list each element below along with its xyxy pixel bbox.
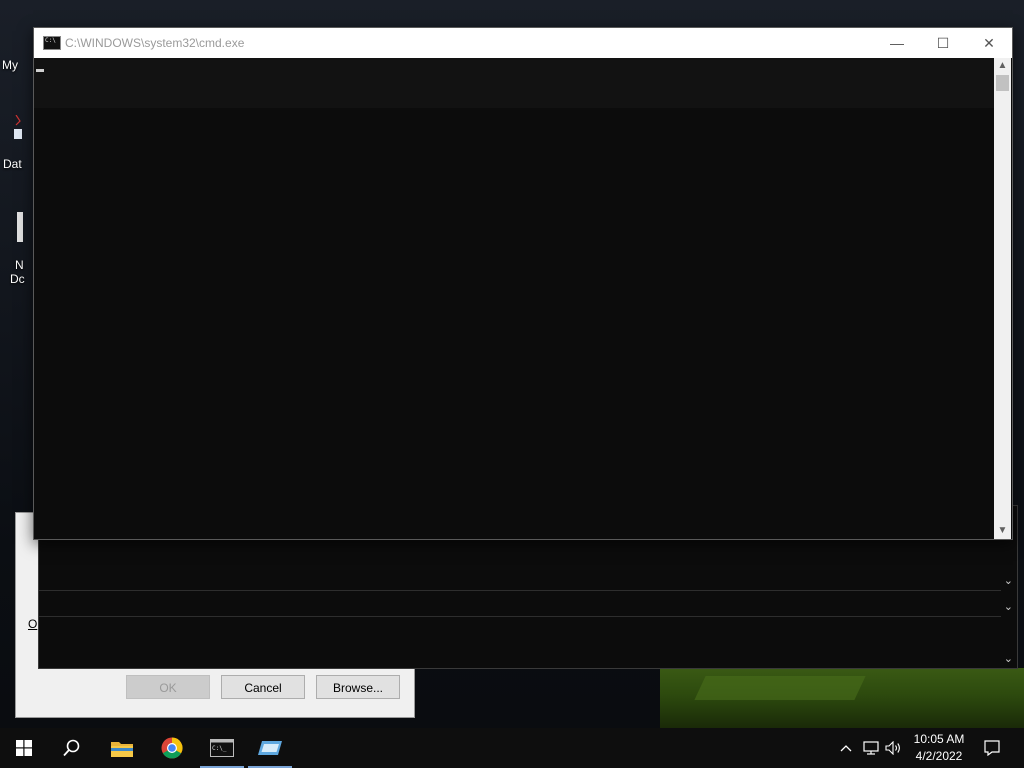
network-button[interactable] [862,728,880,768]
desktop-icon-new[interactable]: N [15,258,24,272]
volume-button[interactable] [884,728,904,768]
divider [39,590,1001,591]
chevron-down-icon[interactable]: ⌄ [1004,600,1013,613]
chevron-up-icon [840,741,852,755]
clock-time: 10:05 AM [913,732,965,746]
show-hidden-icons-button[interactable] [838,728,854,768]
maximize-button[interactable]: ☐ [920,28,966,58]
speaker-icon [885,741,900,755]
chevron-down-icon[interactable]: ⌄ [1004,652,1013,665]
folder-icon [111,742,133,757]
cmd-icon: C:\_ [210,739,234,757]
notification-icon [984,740,1000,756]
scroll-thumb[interactable] [996,75,1009,91]
clock-date: 4/2/2022 [915,749,963,763]
cmd-icon [43,36,61,50]
start-button[interactable] [0,728,48,768]
file-explorer-button[interactable] [98,728,146,768]
close-button[interactable]: ✕ [966,28,1012,58]
chrome-icon [161,737,183,759]
scroll-down-icon[interactable]: ▼ [994,523,1011,539]
desktop-icon-label: My [2,58,18,72]
clock[interactable]: 10:05 AM 4/2/2022 [906,731,972,765]
desktop-icon-documents[interactable]: Dc [10,272,25,286]
desktop-icon-label: Dat [3,157,22,171]
ok-button[interactable]: OK [126,675,210,699]
wallpaper-grass [660,668,1024,728]
divider [39,616,1001,617]
action-center-button[interactable] [980,728,1004,768]
scroll-up-icon[interactable]: ▲ [994,58,1011,74]
network-icon [863,741,879,755]
console-output-area[interactable] [34,58,994,539]
minimize-button[interactable]: — [874,28,920,58]
console-ghost-text [34,58,994,108]
svg-text:C:\_: C:\_ [212,745,227,752]
command-prompt-button[interactable]: C:\_ [198,728,246,768]
desktop-icon-label: Dc [10,272,25,286]
file-icon [14,114,22,139]
desktop-icon-data[interactable]: Dat [3,157,22,171]
desktop-icon-document-image[interactable] [17,212,23,242]
search-button[interactable] [48,728,96,768]
text-cursor [36,69,44,72]
desktop-icon-my-computer[interactable]: My [2,58,18,72]
window-title: C:\WINDOWS\system32\cmd.exe [65,36,245,50]
search-icon [63,739,80,757]
title-bar[interactable]: C:\WINDOWS\system32\cmd.exe — ☐ ✕ [34,28,1012,58]
windows-logo-icon [16,740,32,756]
desktop-icon-label: N [15,258,24,272]
vertical-scrollbar[interactable]: ▲ ▼ [994,58,1011,539]
desktop-icon-data-image[interactable] [12,114,26,139]
browse-button[interactable]: Browse... [316,675,400,699]
cancel-button[interactable]: Cancel [221,675,305,699]
app-window-button[interactable] [246,728,294,768]
chevron-down-icon[interactable]: ⌄ [1004,574,1013,587]
chrome-button[interactable] [148,728,196,768]
open-label: O [28,617,38,631]
taskbar: C:\_ 10:05 AM 4/2/2022 [0,728,1024,768]
cmd-window[interactable]: C:\WINDOWS\system32\cmd.exe — ☐ ✕ ▲ ▼ [33,27,1013,540]
window-icon [258,741,282,755]
